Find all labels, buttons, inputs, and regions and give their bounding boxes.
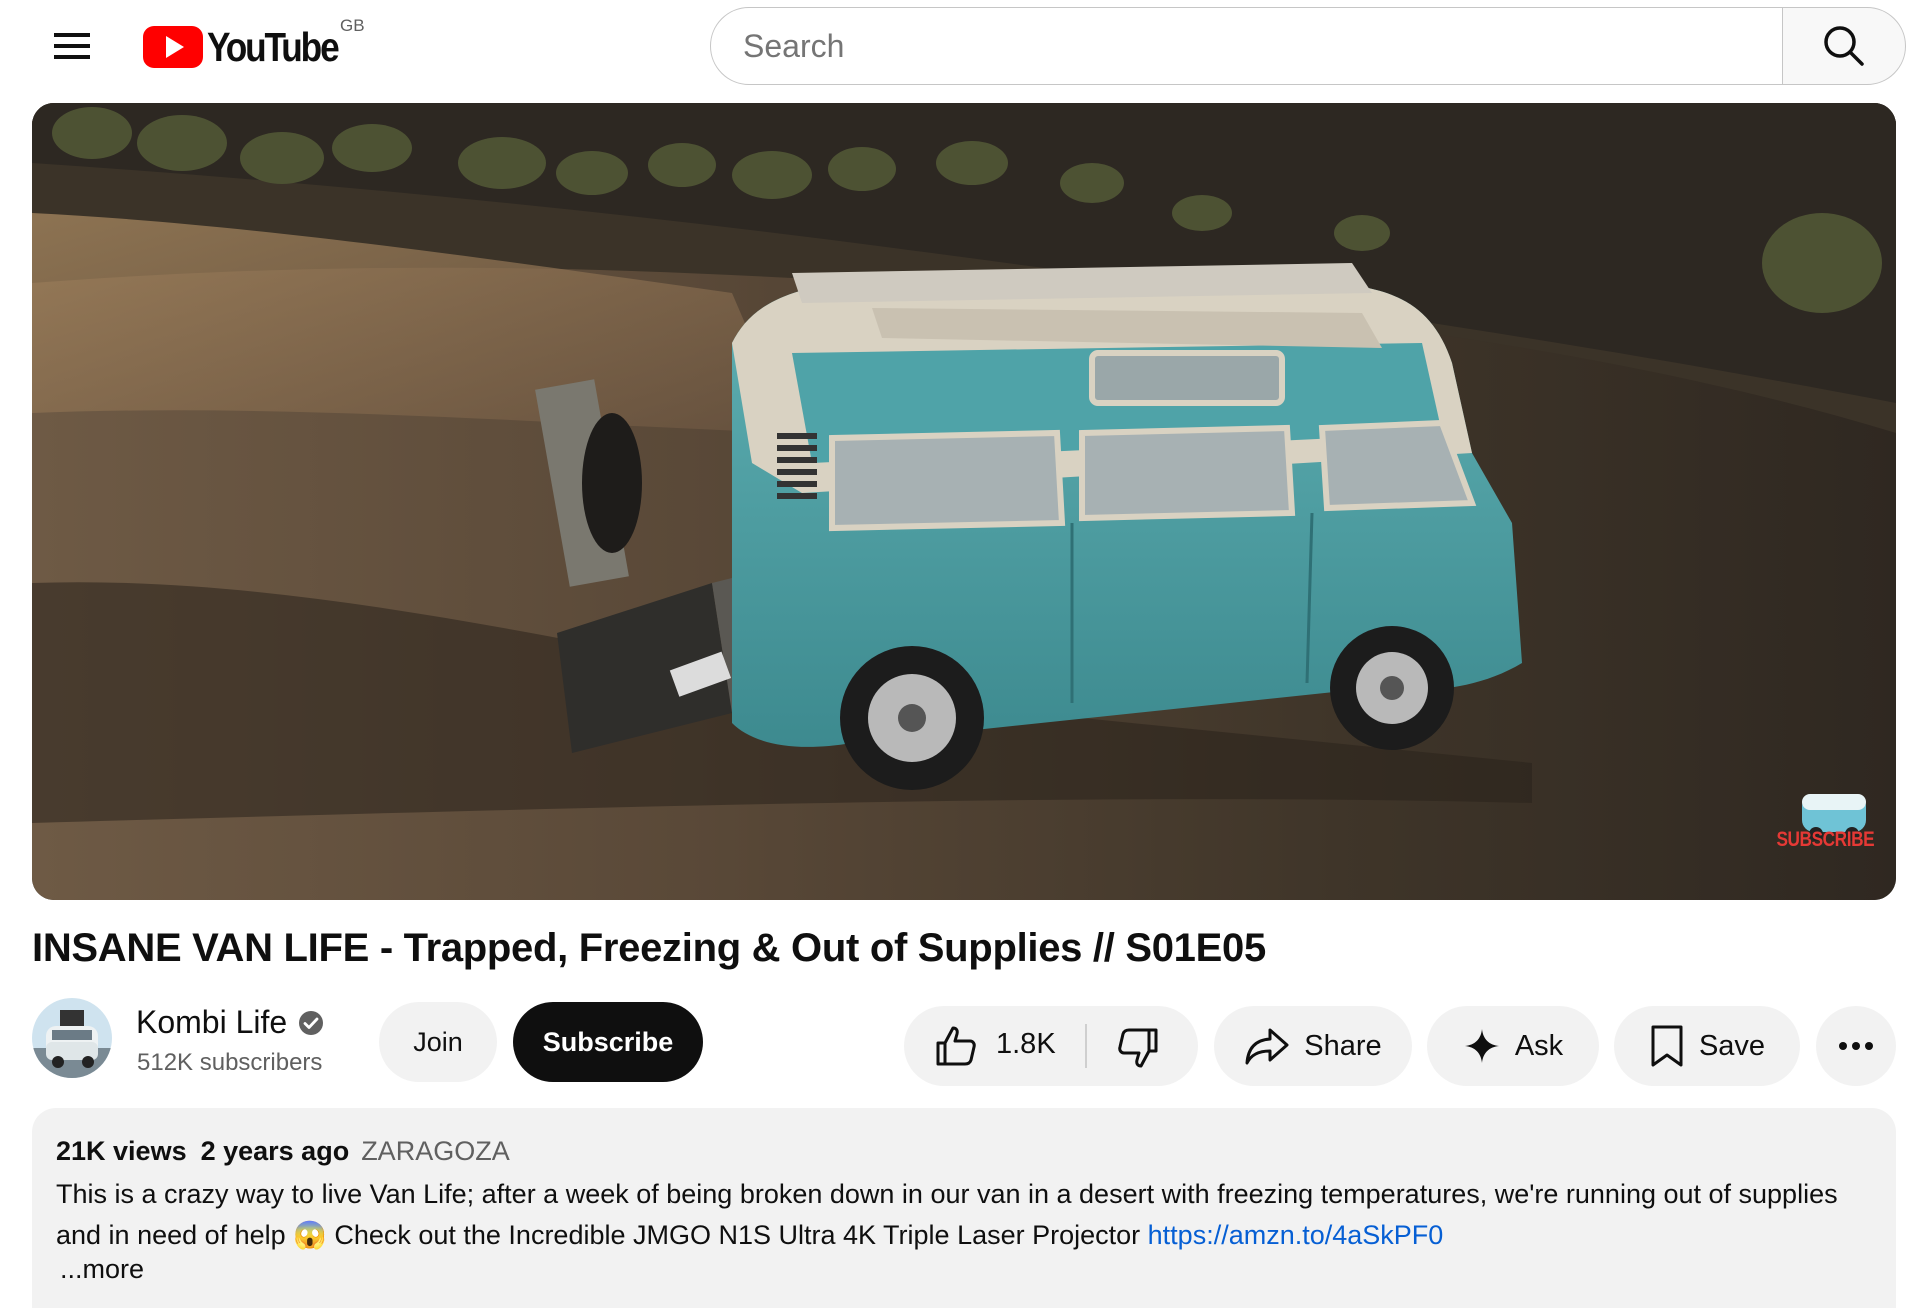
like-button[interactable]: 1.8K xyxy=(904,1006,1084,1086)
more-horiz-icon xyxy=(1839,1042,1873,1050)
like-divider xyxy=(1085,1024,1087,1068)
ask-label: Ask xyxy=(1514,1029,1564,1062)
join-button[interactable]: Join xyxy=(379,1002,497,1082)
share-button[interactable]: Share xyxy=(1214,1006,1412,1086)
description-meta: 21K views 2 years ago ZARAGOZA xyxy=(56,1136,510,1167)
verified-badge-icon xyxy=(299,1011,323,1035)
channel-avatar[interactable] xyxy=(32,998,112,1078)
menu-button[interactable] xyxy=(48,22,96,70)
location-tag[interactable]: ZARAGOZA xyxy=(361,1136,510,1166)
subscribe-button[interactable]: Subscribe xyxy=(513,1002,703,1082)
share-icon xyxy=(1245,1028,1289,1065)
show-more-button[interactable]: ...more xyxy=(60,1254,144,1285)
channel-name[interactable]: Kombi Life xyxy=(136,1004,287,1041)
video-player[interactable]: SUBSCRIBE xyxy=(32,103,1896,900)
dislike-button[interactable] xyxy=(1088,1006,1198,1086)
video-frame xyxy=(32,103,1896,900)
description-text: This is a crazy way to live Van Life; af… xyxy=(56,1174,1856,1256)
logo-text: YouTube xyxy=(207,23,340,70)
ask-button[interactable]: Ask xyxy=(1427,1006,1599,1086)
search-box[interactable] xyxy=(710,7,1784,85)
like-count: 1.8K xyxy=(996,1028,1056,1060)
more-actions-button[interactable] xyxy=(1816,1006,1896,1086)
channel-avatar-image xyxy=(32,998,112,1078)
view-count: 21K views xyxy=(56,1136,187,1166)
search-input[interactable] xyxy=(741,8,1745,84)
sparkle-icon xyxy=(1464,1029,1499,1063)
country-code: GB xyxy=(340,16,365,35)
save-label: Save xyxy=(1698,1029,1766,1062)
description-panel[interactable]: 21K views 2 years ago ZARAGOZA This is a c… xyxy=(32,1108,1896,1308)
share-label: Share xyxy=(1304,1029,1382,1062)
video-title: INSANE VAN LIFE - Trapped, Freezing & Ou… xyxy=(32,926,1266,970)
search-icon xyxy=(1824,26,1864,66)
menu-icon xyxy=(54,33,90,59)
subscribe-watermark-text[interactable]: SUBSCRIBE xyxy=(1776,828,1874,852)
upload-age: 2 years ago xyxy=(200,1136,350,1166)
youtube-logo[interactable]: YouTube xyxy=(143,24,359,70)
save-button[interactable]: Save xyxy=(1614,1006,1800,1086)
thumbs-up-icon xyxy=(936,1026,976,1066)
search-button[interactable] xyxy=(1782,7,1906,85)
description-body: This is a crazy way to live Van Life; af… xyxy=(56,1179,1838,1250)
like-dislike-group: 1.8K xyxy=(904,1006,1198,1086)
bookmark-icon xyxy=(1651,1025,1683,1067)
subscriber-count: 512K subscribers xyxy=(137,1049,323,1076)
thumbs-down-icon xyxy=(1118,1028,1158,1068)
youtube-logo-icon xyxy=(143,26,203,68)
description-link[interactable]: https://amzn.to/4aSkPF0 xyxy=(1148,1220,1444,1250)
